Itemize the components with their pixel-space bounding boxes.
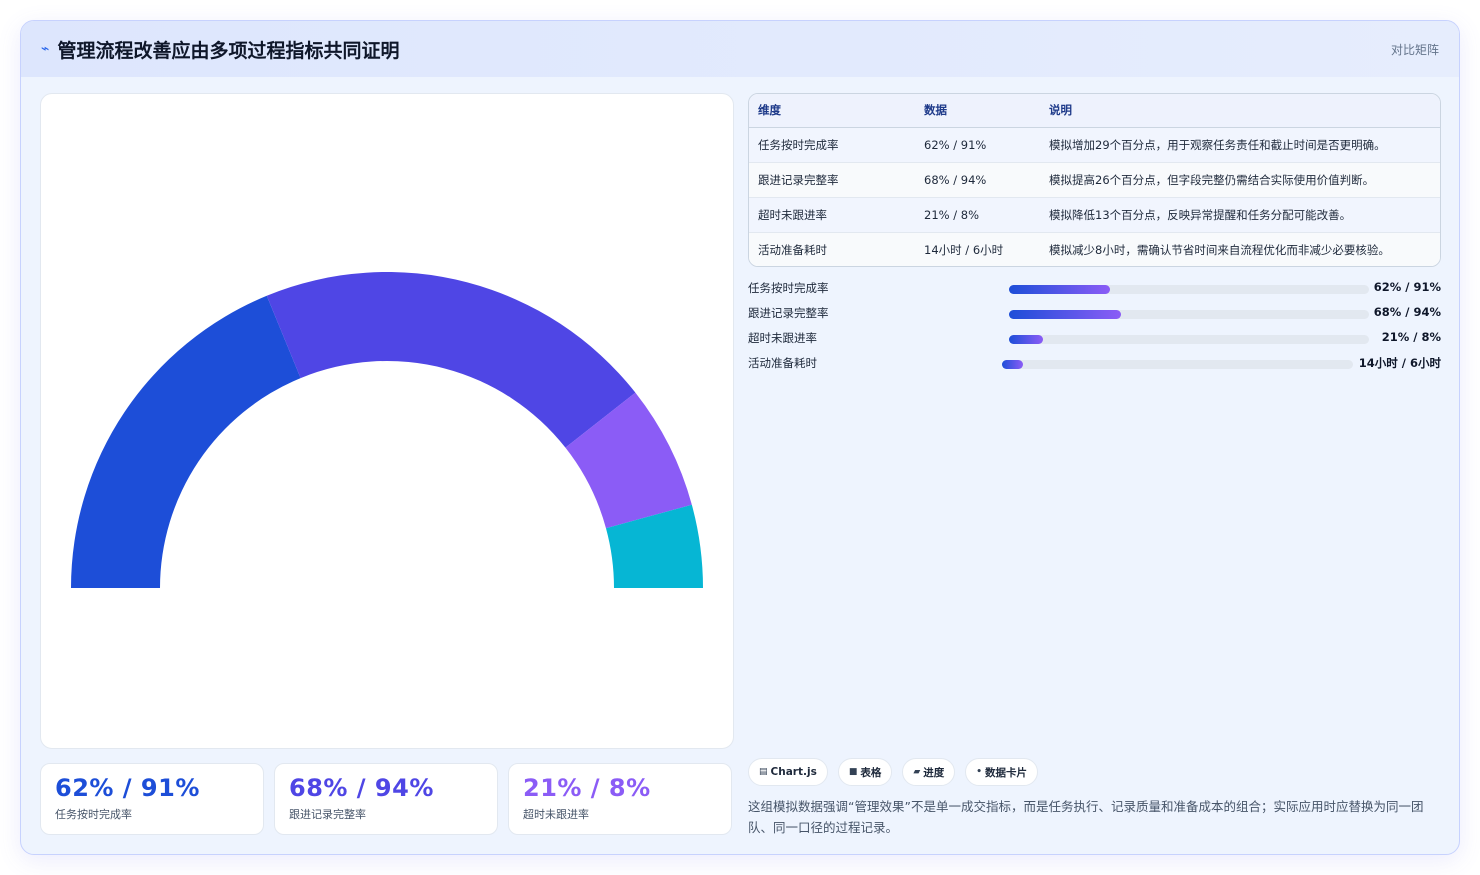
table-cell: 跟进记录完整率	[749, 162, 915, 198]
progress-list: 任务按时完成率 62% / 91% 跟进记录完整率 68% / 94% 超时未跟…	[748, 277, 1441, 377]
table-cell: 模拟增加29个百分点，用于观察任务责任和截止时间是否更明确。	[1040, 127, 1440, 163]
comparison-card: ⌁ 管理流程改善应由多项过程指标共同证明 对比矩阵 62% / 91% 任务按时…	[20, 20, 1460, 855]
kpi-label: 超时未跟进率	[523, 808, 589, 821]
progress-label: 活动准备耗时	[748, 356, 817, 370]
progress-value: 14小时 / 6小时	[1358, 356, 1441, 370]
table-cell: 任务按时完成率	[749, 127, 915, 163]
table-row: 超时未跟进率 21% / 8% 模拟降低13个百分点，反映异常提醒和任务分配可能…	[749, 197, 1440, 233]
progress-fill	[1002, 360, 1024, 369]
chart-icon: ▤	[759, 767, 768, 777]
table-cell: 21% / 8%	[915, 197, 1040, 233]
kpi-value: 68% / 94%	[289, 774, 434, 802]
progress-track	[1009, 310, 1369, 319]
column-header: 维度	[749, 94, 915, 128]
footnote: 这组模拟数据强调“管理效果”不是单一成交指标，而是任务执行、记录质量和准备成本的…	[748, 799, 1424, 835]
chip-chartjs[interactable]: ▤ Chart.js	[748, 758, 828, 786]
table-header-row: 维度 数据 说明	[749, 94, 1440, 128]
card-header: ⌁ 管理流程改善应由多项过程指标共同证明 对比矩阵	[21, 21, 1459, 77]
progress-value: 68% / 94%	[1373, 305, 1441, 319]
kpi-value: 62% / 91%	[55, 774, 200, 802]
table-cell: 超时未跟进率	[749, 197, 915, 233]
card-icon: •	[976, 767, 983, 777]
progress-label: 跟进记录完整率	[748, 306, 829, 320]
tech-chips: ▤ Chart.js ■ 表格 ▰ 进度 • 数据卡片	[748, 758, 1039, 786]
card-title: 管理流程改善应由多项过程指标共同证明	[57, 39, 400, 62]
view-tag[interactable]: 对比矩阵	[1391, 41, 1439, 58]
table-cell: 68% / 94%	[915, 162, 1040, 198]
chip-label: 进度	[923, 766, 945, 779]
progress-row: 任务按时完成率 62% / 91%	[748, 277, 1441, 302]
progress-row: 活动准备耗时 14小时 / 6小时	[748, 352, 1441, 377]
progress-fill	[1009, 285, 1110, 294]
comparison-table: 维度 数据 说明 任务按时完成率 62% / 91% 模拟增加29个百分点，用于…	[748, 93, 1441, 267]
progress-row: 超时未跟进率 21% / 8%	[748, 327, 1441, 352]
table-cell: 模拟降低13个百分点，反映异常提醒和任务分配可能改善。	[1040, 197, 1440, 233]
table-cell: 62% / 91%	[915, 127, 1040, 163]
trend-line-icon: ⌁	[41, 41, 50, 57]
chip-label: 数据卡片	[985, 766, 1028, 779]
chip-data-card[interactable]: • 数据卡片	[965, 758, 1039, 786]
progress-track	[1002, 360, 1353, 369]
progress-icon: ▰	[913, 767, 921, 777]
progress-row: 跟进记录完整率 68% / 94%	[748, 302, 1441, 327]
chart-canvas	[71, 272, 703, 588]
kpi-label: 任务按时完成率	[55, 808, 132, 821]
progress-label: 任务按时完成率	[748, 281, 829, 295]
table-cell: 14小时 / 6小时	[915, 232, 1040, 266]
chip-progress[interactable]: ▰ 进度	[902, 758, 956, 786]
kpi-value: 21% / 8%	[523, 774, 651, 802]
table-cell: 模拟减少8小时，需确认节省时间来自流程优化而非减少必要核验。	[1040, 232, 1440, 266]
progress-track	[1009, 335, 1369, 344]
kpi-card: 21% / 8% 超时未跟进率	[508, 763, 732, 835]
table-cell: 模拟提高26个百分点，但字段完整仍需结合实际使用价值判断。	[1040, 162, 1440, 198]
column-header: 数据	[915, 94, 1040, 128]
progress-fill	[1009, 335, 1044, 344]
chip-label: Chart.js	[770, 766, 817, 778]
kpi-card: 68% / 94% 跟进记录完整率	[274, 763, 498, 835]
progress-fill	[1009, 310, 1121, 319]
chip-label: 表格	[860, 766, 882, 779]
progress-value: 62% / 91%	[1373, 280, 1441, 294]
progress-value: 21% / 8%	[1381, 330, 1441, 344]
kpi-card: 62% / 91% 任务按时完成率	[40, 763, 264, 835]
progress-label: 超时未跟进率	[748, 331, 817, 345]
donut-slice[interactable]	[266, 272, 636, 448]
table-icon: ■	[848, 767, 858, 777]
chip-table[interactable]: ■ 表格	[837, 758, 893, 786]
donut-slice[interactable]	[71, 295, 301, 588]
table-row: 任务按时完成率 62% / 91% 模拟增加29个百分点，用于观察任务责任和截止…	[749, 127, 1440, 163]
table-row: 活动准备耗时 14小时 / 6小时 模拟减少8小时，需确认节省时间来自流程优化而…	[749, 232, 1440, 266]
table-row: 跟进记录完整率 68% / 94% 模拟提高26个百分点，但字段完整仍需结合实际…	[749, 162, 1440, 198]
table-cell: 活动准备耗时	[749, 232, 915, 266]
half-donut-chart	[40, 93, 734, 749]
kpi-label: 跟进记录完整率	[289, 808, 366, 821]
column-header: 说明	[1040, 94, 1440, 128]
progress-track	[1009, 285, 1369, 294]
